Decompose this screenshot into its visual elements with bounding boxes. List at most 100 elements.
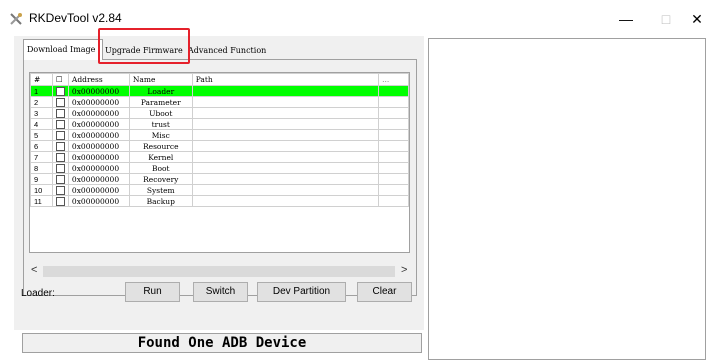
row-path[interactable] [191, 151, 380, 163]
table-row[interactable]: 11 0x00000000 Backup [30, 195, 409, 207]
table-row[interactable]: 10 0x00000000 System [30, 184, 409, 196]
row-name: Backup [128, 195, 193, 207]
tab-body: # ☐ Address Name Path ... 1 0x00000000 Loa… [23, 59, 417, 296]
checkbox[interactable] [55, 163, 65, 173]
row-checkbox[interactable] [51, 107, 69, 119]
app-icon [10, 13, 22, 25]
scroll-left-icon[interactable]: < [31, 264, 37, 276]
row-more [378, 195, 409, 207]
row-number: 3 [30, 107, 53, 119]
row-number: 11 [30, 195, 53, 207]
row-checkbox[interactable] [51, 184, 69, 196]
dev-partition-button[interactable]: Dev Partition [257, 282, 346, 302]
row-path[interactable] [191, 195, 380, 207]
row-address: 0x00000000 [67, 118, 130, 130]
horizontal-scrollbar[interactable]: < > [29, 264, 410, 278]
row-path[interactable] [191, 184, 380, 196]
row-number: 6 [30, 140, 53, 152]
row-number: 8 [30, 162, 53, 174]
row-path[interactable] [191, 140, 380, 152]
close-button[interactable]: ✕ [677, 9, 713, 29]
image-table: # ☐ Address Name Path ... 1 0x00000000 Loa… [29, 72, 410, 253]
row-number: 2 [30, 96, 53, 108]
row-checkbox[interactable] [51, 162, 69, 174]
table-row[interactable]: 9 0x00000000 Recovery [30, 173, 409, 185]
log-panel [428, 38, 706, 360]
row-name: Parameter [128, 96, 193, 108]
row-path[interactable] [191, 107, 380, 119]
checkbox[interactable] [55, 174, 65, 184]
window-title: RKDevTool v2.84 [29, 11, 122, 25]
checkbox[interactable] [55, 152, 65, 162]
row-number: 10 [30, 184, 53, 196]
row-checkbox[interactable] [51, 173, 69, 185]
row-name: trust [128, 118, 193, 130]
checkbox[interactable] [55, 86, 65, 96]
clear-button[interactable]: Clear [357, 282, 412, 302]
row-number: 5 [30, 129, 53, 141]
scroll-track[interactable] [43, 266, 395, 277]
table-row[interactable]: 4 0x00000000 trust [30, 118, 409, 130]
table-row[interactable]: 5 0x00000000 Misc [30, 129, 409, 141]
header-more[interactable]: ... [378, 73, 409, 86]
row-address: 0x00000000 [67, 129, 130, 141]
row-checkbox[interactable] [51, 85, 69, 97]
row-more [378, 118, 409, 130]
table-header: # ☐ Address Name Path ... [30, 73, 409, 86]
checkbox[interactable] [55, 108, 65, 118]
row-more [378, 96, 409, 108]
table-row[interactable]: 3 0x00000000 Uboot [30, 107, 409, 119]
row-checkbox[interactable] [51, 151, 69, 163]
row-more [378, 173, 409, 185]
row-name: Boot [128, 162, 193, 174]
row-address: 0x00000000 [67, 85, 130, 97]
row-name: Kernel [128, 151, 193, 163]
row-path[interactable] [191, 118, 380, 130]
row-checkbox[interactable] [51, 195, 69, 207]
row-path[interactable] [191, 162, 380, 174]
tab-download-image[interactable]: Download Image [23, 39, 103, 60]
row-address: 0x00000000 [67, 151, 130, 163]
tab-advanced-function[interactable]: Advanced Function [185, 41, 271, 60]
scroll-right-icon[interactable]: > [401, 264, 407, 276]
checkbox[interactable] [55, 141, 65, 151]
table-row[interactable]: 7 0x00000000 Kernel [30, 151, 409, 163]
row-address: 0x00000000 [67, 195, 130, 207]
row-checkbox[interactable] [51, 118, 69, 130]
checkbox[interactable] [55, 97, 65, 107]
table-row[interactable]: 1 0x00000000 Loader [30, 85, 409, 97]
switch-button[interactable]: Switch [193, 282, 248, 302]
row-number: 7 [30, 151, 53, 163]
header-address[interactable]: Address [67, 73, 130, 86]
row-more [378, 151, 409, 163]
table-row[interactable]: 8 0x00000000 Boot [30, 162, 409, 174]
row-name: Uboot [128, 107, 193, 119]
row-path[interactable] [191, 173, 380, 185]
row-number: 9 [30, 173, 53, 185]
table-row[interactable]: 2 0x00000000 Parameter [30, 96, 409, 108]
row-name: Misc [128, 129, 193, 141]
row-name: Resource [128, 140, 193, 152]
status-bar: Found One ADB Device [22, 333, 422, 353]
header-check[interactable]: ☐ [51, 73, 69, 86]
row-path[interactable] [191, 85, 380, 97]
row-path[interactable] [191, 96, 380, 108]
header-name[interactable]: Name [128, 73, 193, 86]
checkbox[interactable] [55, 196, 65, 206]
row-number: 1 [30, 85, 53, 97]
checkbox[interactable] [55, 119, 65, 129]
row-path[interactable] [191, 129, 380, 141]
table-row[interactable]: 6 0x00000000 Resource [30, 140, 409, 152]
empty-row [31, 218, 409, 229]
empty-row [31, 207, 409, 218]
row-more [378, 129, 409, 141]
row-more [378, 184, 409, 196]
row-checkbox[interactable] [51, 129, 69, 141]
row-checkbox[interactable] [51, 140, 69, 152]
minimize-button[interactable]: — [606, 9, 646, 29]
run-button[interactable]: Run [125, 282, 180, 302]
checkbox[interactable] [55, 185, 65, 195]
row-checkbox[interactable] [51, 96, 69, 108]
header-path[interactable]: Path [191, 73, 380, 86]
checkbox[interactable] [55, 130, 65, 140]
